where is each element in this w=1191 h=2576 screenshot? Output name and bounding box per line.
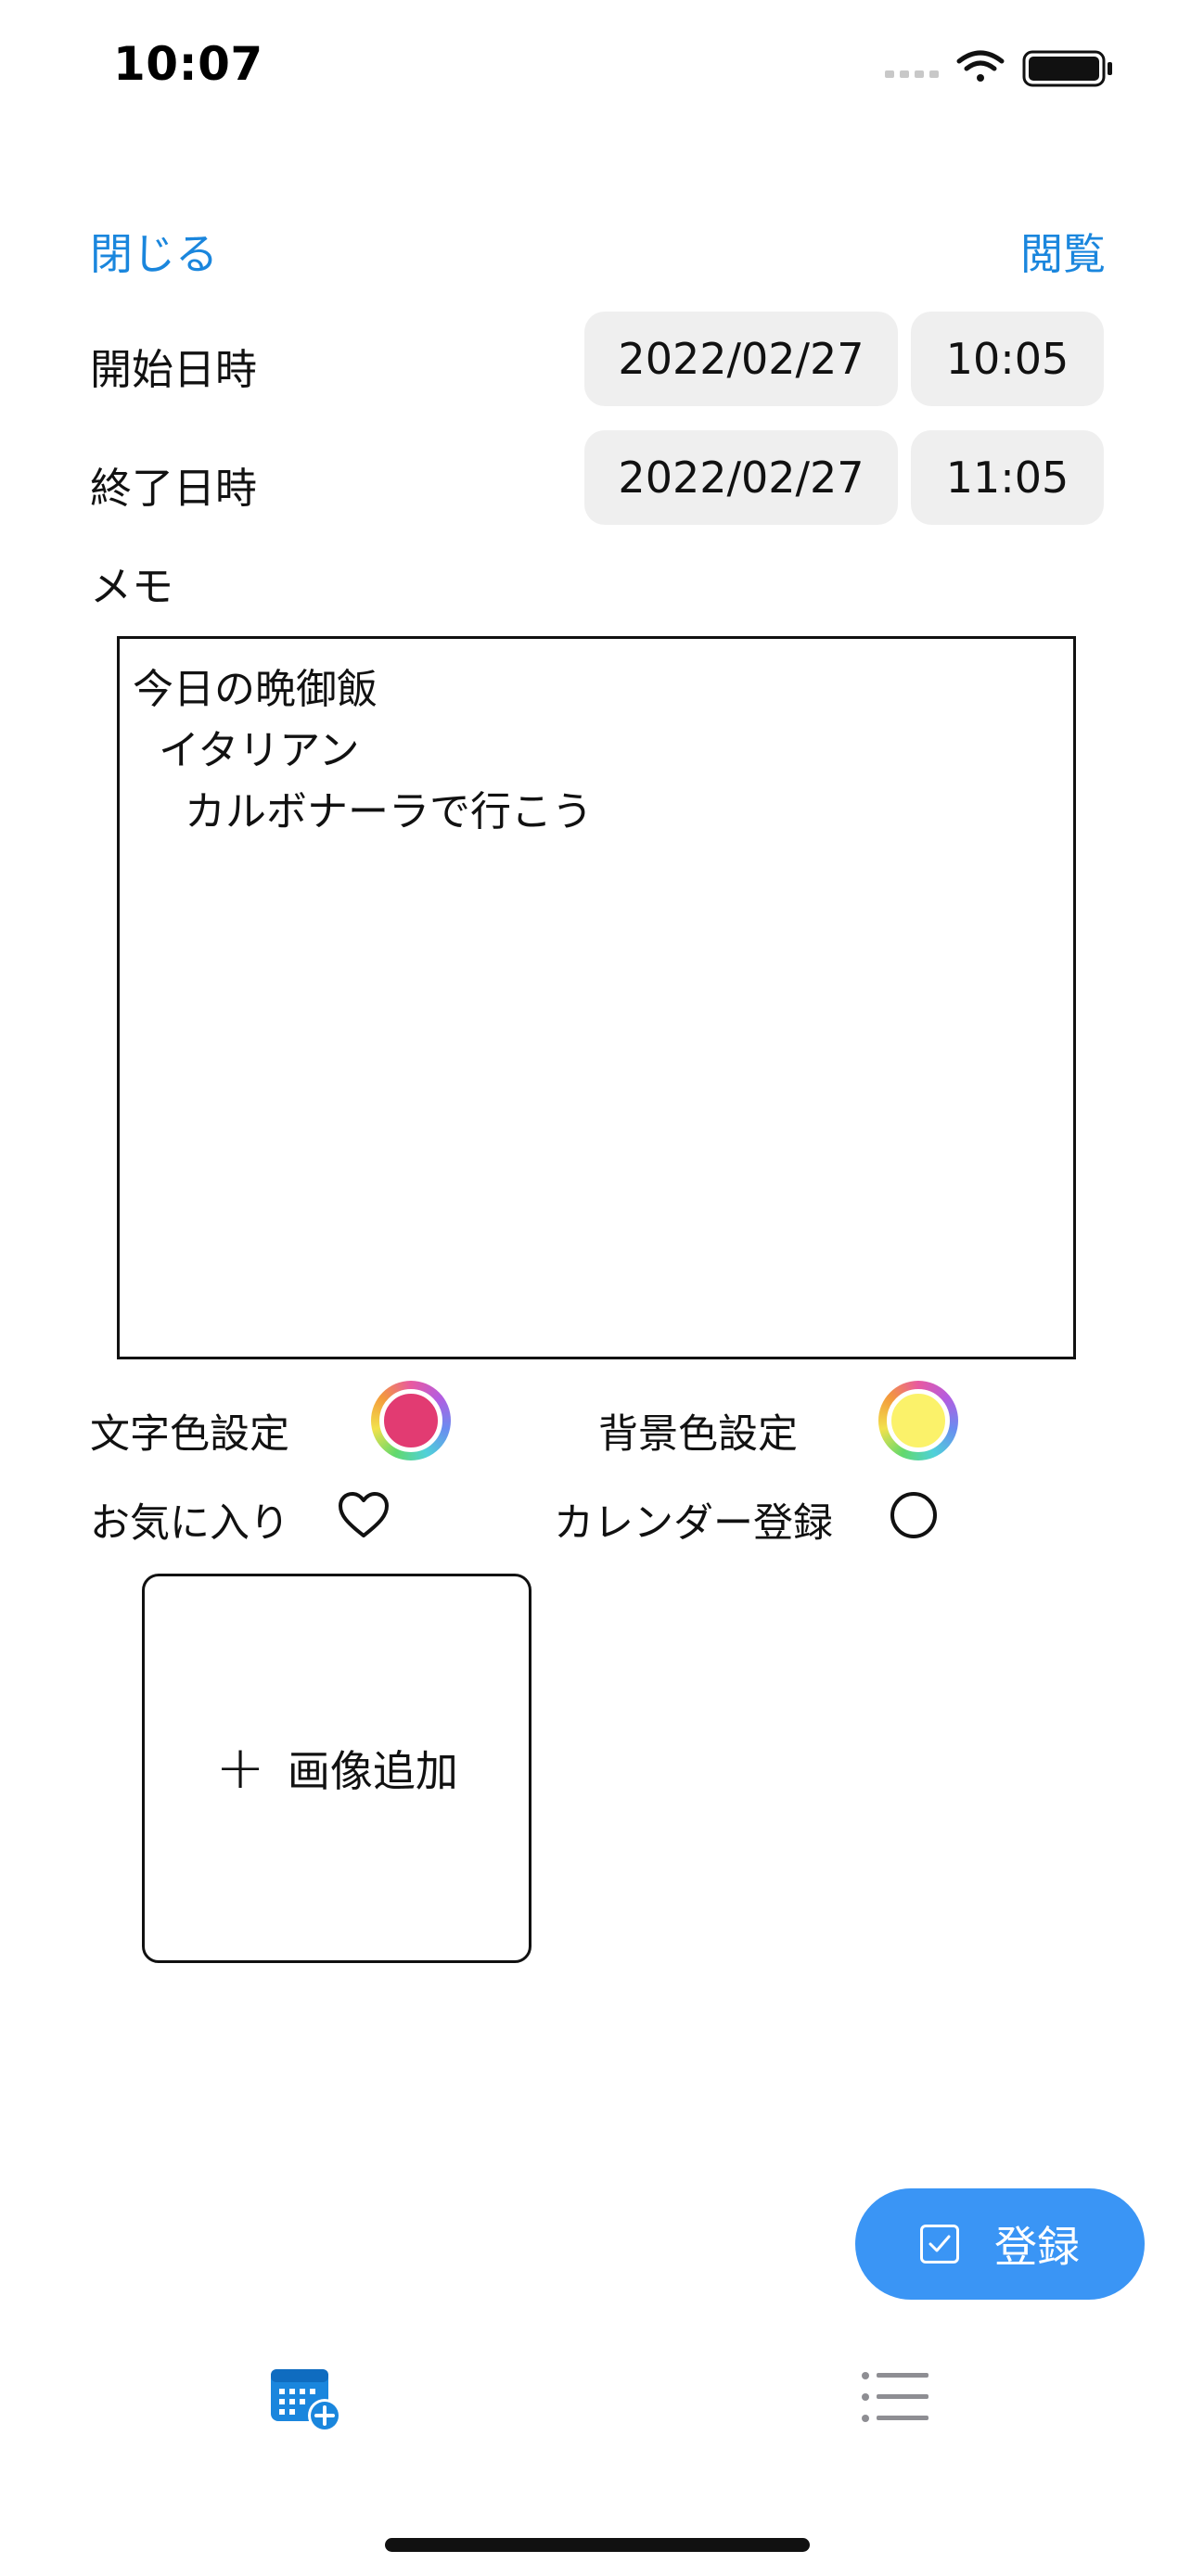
- add-image-button[interactable]: + 画像追加: [142, 1574, 531, 1963]
- status-time: 10:07: [113, 37, 263, 91]
- plus-icon: +: [215, 1734, 265, 1803]
- list-icon: [862, 2372, 928, 2422]
- signal-icon: [885, 70, 939, 78]
- bg-color-label: 背景色設定: [598, 1411, 798, 1458]
- text-color-picker[interactable]: [371, 1381, 451, 1460]
- end-time-picker[interactable]: 11:05: [911, 430, 1104, 525]
- checkbox-icon: [920, 2225, 959, 2264]
- end-datetime-label: 終了日時: [90, 464, 258, 513]
- tab-list[interactable]: [844, 2355, 946, 2439]
- text-color-swatch: [379, 1389, 442, 1452]
- heart-icon[interactable]: [338, 1491, 390, 1539]
- calendar-add-icon: [271, 2369, 341, 2432]
- memo-label: メモ: [90, 562, 174, 611]
- calendar-register-label: カレンダー登録: [554, 1500, 833, 1547]
- tab-calendar-add[interactable]: [248, 2355, 350, 2439]
- bg-color-swatch: [887, 1389, 950, 1452]
- calendar-register-radio[interactable]: [889, 1490, 939, 1540]
- favorite-label: お気に入り: [90, 1500, 289, 1547]
- view-button[interactable]: 閲覧: [1020, 221, 1106, 282]
- end-date-picker[interactable]: 2022/02/27: [584, 430, 898, 525]
- add-image-label: 画像追加: [287, 1746, 458, 1796]
- wifi-icon: [956, 50, 1005, 82]
- register-label: 登録: [994, 2222, 1080, 2272]
- close-button[interactable]: 閉じる: [90, 221, 218, 282]
- home-indicator: [385, 2538, 810, 2552]
- start-date-picker[interactable]: 2022/02/27: [584, 312, 898, 406]
- register-button[interactable]: 登録: [855, 2188, 1145, 2300]
- memo-textarea[interactable]: 今日の晩御飯 イタリアン カルボナーラで行こう: [117, 636, 1076, 1359]
- status-icons: [885, 50, 1112, 87]
- bg-color-picker[interactable]: [878, 1381, 958, 1460]
- text-color-label: 文字色設定: [90, 1411, 289, 1458]
- start-time-picker[interactable]: 10:05: [911, 312, 1104, 406]
- start-datetime-label: 開始日時: [90, 345, 258, 394]
- battery-icon: [1022, 50, 1112, 87]
